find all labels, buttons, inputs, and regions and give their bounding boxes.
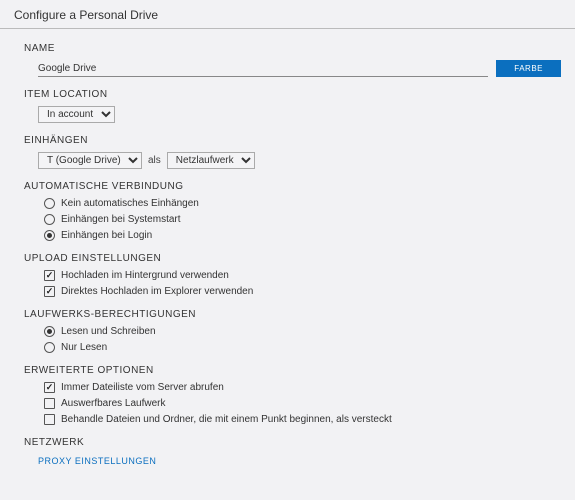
radio-readwrite-label: Lesen und Schreiben [61, 326, 156, 337]
section-advanced-label: ERWEITERTE OPTIONEN [24, 365, 561, 376]
section-permissions-label: LAUFWERKS-BERECHTIGUNGEN [24, 309, 561, 320]
checkbox-ejectable-drive[interactable] [44, 398, 55, 409]
dialog-title: Configure a Personal Drive [0, 0, 575, 29]
radio-readonly-label: Nur Lesen [61, 342, 107, 353]
section-upload-label: UPLOAD EINSTELLUNGEN [24, 253, 561, 264]
radio-no-automount-label: Kein automatisches Einhängen [61, 198, 199, 209]
radio-mount-systemstart[interactable] [44, 214, 55, 225]
checkbox-upload-explorer[interactable] [44, 286, 55, 297]
proxy-settings-link[interactable]: PROXY EINSTELLUNGEN [38, 456, 156, 466]
checkbox-hide-dotfiles-label: Behandle Dateien und Ordner, die mit ein… [61, 414, 392, 425]
checkbox-ejectable-drive-label: Auswerfbares Laufwerk [61, 398, 166, 409]
checkbox-always-fetch-filelist[interactable] [44, 382, 55, 393]
color-button[interactable]: FARBE [496, 60, 561, 77]
checkbox-always-fetch-filelist-label: Immer Dateiliste vom Server abrufen [61, 382, 224, 393]
section-autoconnect-label: AUTOMATISCHE VERBINDUNG [24, 181, 561, 192]
checkbox-upload-background-label: Hochladen im Hintergrund verwenden [61, 270, 229, 281]
item-location-select[interactable]: In account [38, 106, 115, 123]
checkbox-upload-background[interactable] [44, 270, 55, 281]
section-name-label: NAME [24, 43, 561, 54]
checkbox-upload-explorer-label: Direktes Hochladen im Explorer verwenden [61, 286, 253, 297]
checkbox-hide-dotfiles[interactable] [44, 414, 55, 425]
radio-mount-login-label: Einhängen bei Login [61, 230, 152, 241]
radio-no-automount[interactable] [44, 198, 55, 209]
radio-readonly[interactable] [44, 342, 55, 353]
mount-als-label: als [148, 155, 161, 166]
section-mount-label: EINHÄNGEN [24, 135, 561, 146]
section-item-location-label: ITEM LOCATION [24, 89, 561, 100]
dialog-content: NAME FARBE ITEM LOCATION In account EINH… [0, 29, 575, 475]
radio-mount-login[interactable] [44, 230, 55, 241]
drive-name-input[interactable] [38, 61, 488, 77]
section-network-label: NETZWERK [24, 437, 561, 448]
radio-mount-systemstart-label: Einhängen bei Systemstart [61, 214, 181, 225]
mount-type-select[interactable]: Netzlaufwerk [167, 152, 255, 169]
mount-drive-select[interactable]: T (Google Drive) [38, 152, 142, 169]
radio-readwrite[interactable] [44, 326, 55, 337]
